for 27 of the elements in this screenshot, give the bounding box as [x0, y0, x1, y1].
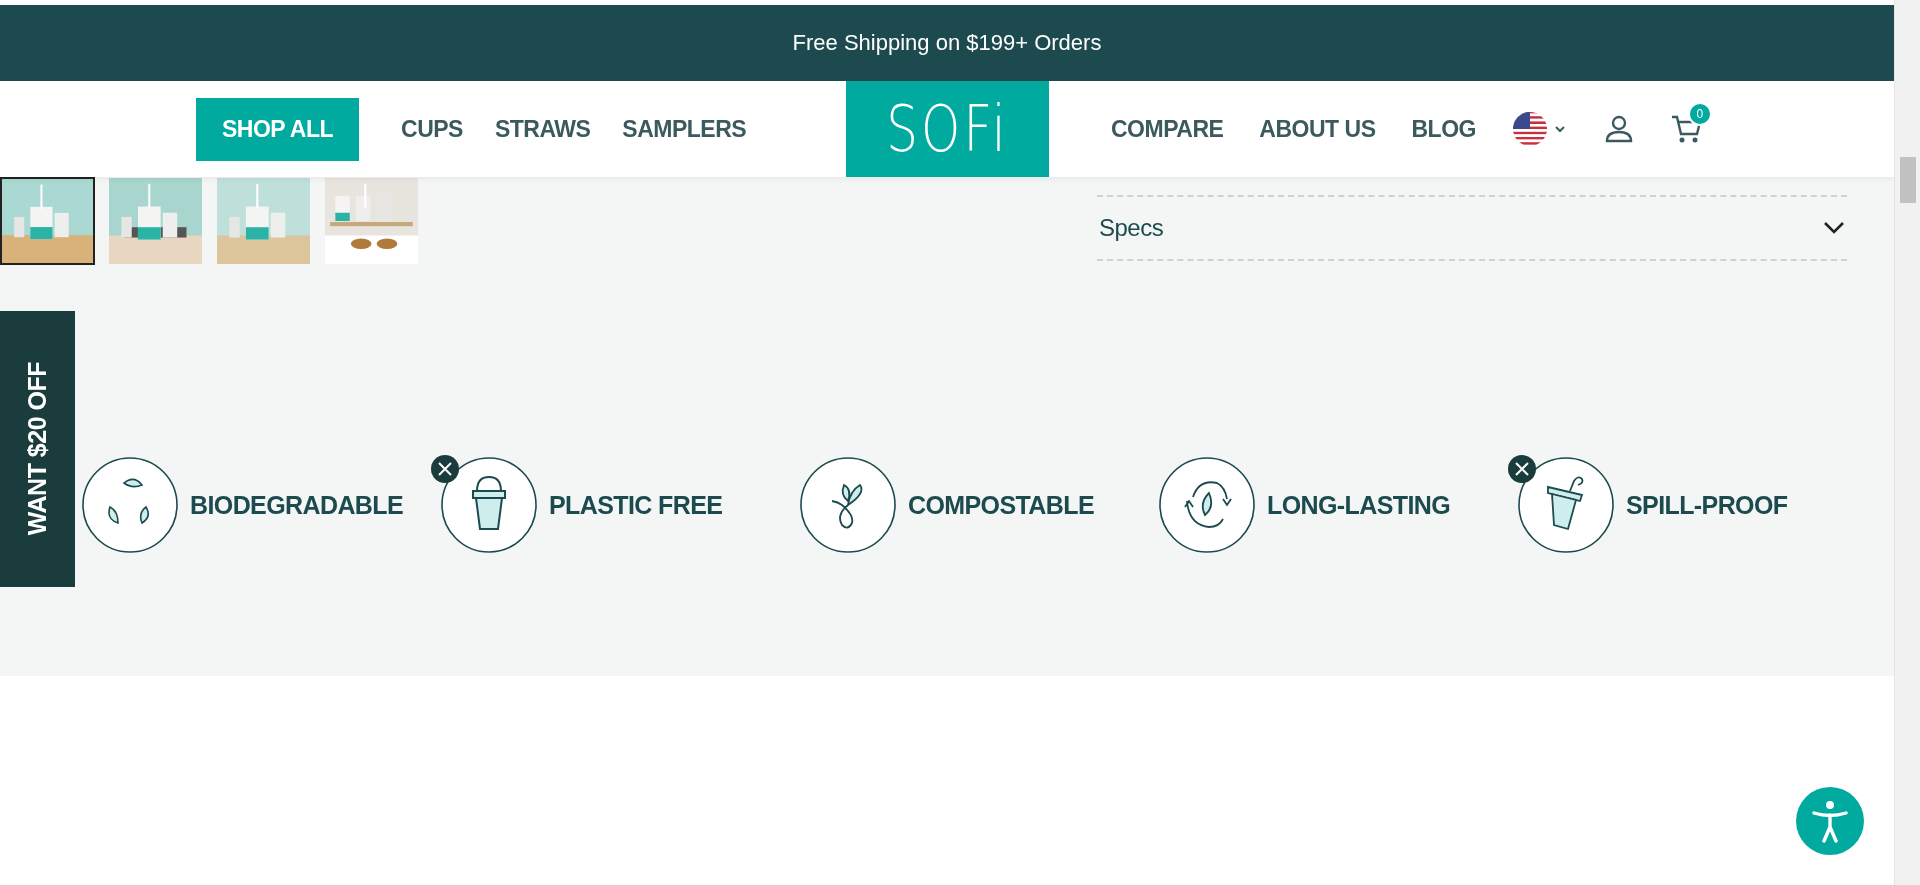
- user-icon[interactable]: [1603, 114, 1634, 144]
- close-icon: [1508, 455, 1536, 483]
- nav-link[interactable]: STRAWS: [494, 115, 591, 143]
- sprout-icon: [800, 457, 896, 553]
- feature-label: PLASTIC FREE: [549, 490, 723, 520]
- recycle-icon: [82, 457, 178, 553]
- cycle-icon: [1159, 457, 1255, 553]
- nav-link[interactable]: COMPARE: [1111, 115, 1224, 143]
- flag-icon[interactable]: [1511, 111, 1568, 147]
- nav-link[interactable]: SAMPLERS: [622, 115, 747, 143]
- feature-label: BIODEGRADABLE: [190, 490, 404, 520]
- straw-cup-icon: [1518, 457, 1614, 553]
- cart-count: 0: [1687, 102, 1712, 126]
- nav-link[interactable]: ABOUT US: [1259, 115, 1376, 143]
- close-icon: [431, 455, 459, 483]
- announcement-text: Free Shipping on $199+ Orders: [792, 30, 1102, 56]
- feature-label: COMPOSTABLE: [908, 490, 1094, 520]
- accordion-header[interactable]: Specs: [1097, 195, 1847, 261]
- chevron-icon: [1823, 221, 1845, 235]
- cup-icon: [441, 457, 537, 553]
- feature-label: SPILL-PROOF: [1626, 490, 1788, 520]
- scrollbar-thumb[interactable]: [1900, 157, 1916, 203]
- nav-link[interactable]: CUPS: [401, 115, 463, 143]
- accessibility-icon: [1810, 799, 1850, 843]
- promo-tab[interactable]: WANT $20 OFF: [0, 311, 75, 587]
- nav-link[interactable]: BLOG: [1411, 115, 1476, 143]
- feature-label: LONG-LASTING: [1267, 490, 1451, 520]
